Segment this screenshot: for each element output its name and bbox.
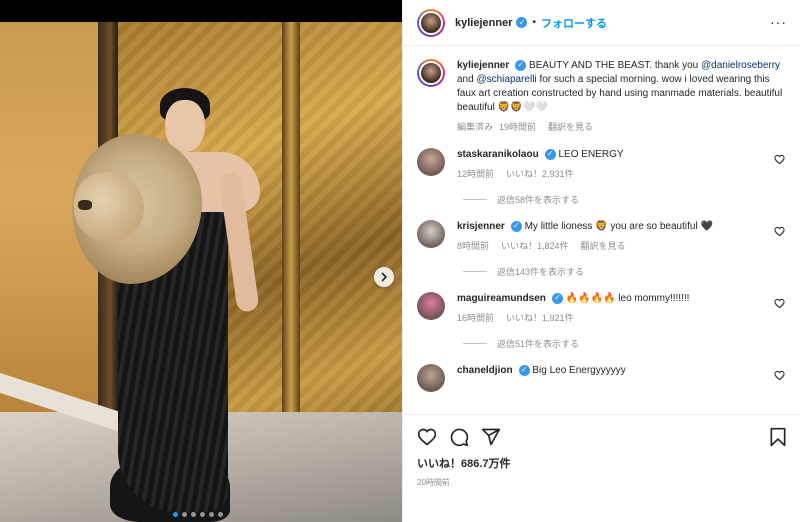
avatar[interactable] xyxy=(417,292,445,320)
avatar[interactable] xyxy=(417,220,445,248)
carousel-dot xyxy=(200,512,205,517)
avatar[interactable] xyxy=(417,8,445,37)
caption-time: 19時間前 xyxy=(499,122,537,132)
replies-divider xyxy=(463,271,487,272)
view-replies-button[interactable]: 返信51件を表示する xyxy=(463,337,787,350)
heart-icon[interactable] xyxy=(774,226,785,237)
verified-icon: ✓ xyxy=(544,148,556,160)
comment-text: 🔥🔥🔥🔥 leo mommy!!!!!!! xyxy=(565,293,690,304)
caption-username[interactable]: kyliejenner xyxy=(457,60,509,71)
post-caption: kyliejenner ✓ BEAUTY AND THE BEAST. thank… xyxy=(417,59,787,134)
caption-text: and xyxy=(457,74,474,85)
view-replies-button[interactable]: 返信58件を表示する xyxy=(463,193,787,206)
comment-text: My little lioness 🦁 you are so beautiful… xyxy=(524,221,713,232)
replies-divider xyxy=(463,199,487,200)
avatar[interactable] xyxy=(417,364,445,392)
more-icon[interactable]: ··· xyxy=(770,14,787,30)
comment-likes[interactable]: いいね！1,824件 xyxy=(501,239,569,253)
comment-text: Big Leo Energyyyyyy xyxy=(532,365,626,376)
comment-meta: 16時間前 いいね！1,921件 xyxy=(457,311,787,325)
caption-meta: 編集済み 19時間前 翻訳を見る xyxy=(457,120,787,134)
comment-body: krisjenner ✓ My little lioness 🦁 you are … xyxy=(457,220,787,253)
photo-lion-nose xyxy=(78,200,92,210)
post-footer: いいね！686.7万件 20時間前 xyxy=(403,414,800,522)
carousel-dot xyxy=(173,512,178,517)
comment-username[interactable]: staskaranikolaou xyxy=(457,149,539,160)
header-separator: • xyxy=(532,17,536,28)
view-replies-label: 返信143件を表示する xyxy=(497,267,585,277)
avatar-image xyxy=(417,292,445,320)
carousel-dot xyxy=(218,512,223,517)
heart-icon[interactable] xyxy=(417,427,437,447)
comment-likes[interactable]: いいね！1,921件 xyxy=(506,311,574,325)
comment-body: chaneldjion ✓ Big Leo Energyyyyyy xyxy=(457,364,787,392)
post-photo[interactable] xyxy=(0,0,402,522)
caption-mention[interactable]: @danielroseberry xyxy=(701,60,780,71)
post-side-panel: kyliejenner ✓ • フォローする ··· kyliejenner ✓ … xyxy=(402,0,800,522)
verified-icon: ✓ xyxy=(516,17,528,28)
comment-icon[interactable] xyxy=(449,427,469,447)
view-replies-button[interactable]: 返信143件を表示する xyxy=(463,265,787,278)
share-icon[interactable] xyxy=(481,427,501,447)
translate-link[interactable]: 翻訳を見る xyxy=(581,239,626,253)
verified-icon: ✓ xyxy=(510,220,522,232)
comment-likes[interactable]: いいね！2,931件 xyxy=(506,167,574,181)
comment-item: staskaranikolaou ✓ LEO ENERGY 12時間前 いいね！2,9… xyxy=(417,148,787,181)
verified-icon: ✓ xyxy=(518,364,530,376)
view-replies-label: 返信58件を表示する xyxy=(497,195,580,205)
comment-time: 12時間前 xyxy=(457,169,495,179)
comment-username[interactable]: krisjenner xyxy=(457,221,505,232)
comment-body: maguireamundsen ✓ 🔥🔥🔥🔥 leo mommy!!!!!!! 16… xyxy=(457,292,787,325)
heart-icon[interactable] xyxy=(774,370,785,381)
caption-text: BEAUTY AND THE BEAST. thank you xyxy=(529,60,699,71)
comment-item: maguireamundsen ✓ 🔥🔥🔥🔥 leo mommy!!!!!!! 16… xyxy=(417,292,787,325)
comment-text: LEO ENERGY xyxy=(558,149,624,160)
caption-body: kyliejenner ✓ BEAUTY AND THE BEAST. thank… xyxy=(457,59,787,134)
post-header: kyliejenner ✓ • フォローする ··· xyxy=(403,0,800,46)
follow-button[interactable]: フォローする xyxy=(541,15,607,31)
avatar[interactable] xyxy=(417,59,445,87)
comment-meta: 8時間前 いいね！1,824件 翻訳を見る xyxy=(457,239,787,253)
comment-container: staskaranikolaou ✓ LEO ENERGY 12時間前 いいね！2,9… xyxy=(417,148,787,392)
carousel-dot xyxy=(191,512,196,517)
heart-icon[interactable] xyxy=(774,154,785,165)
next-image-button[interactable] xyxy=(374,267,394,287)
comment-list[interactable]: kyliejenner ✓ BEAUTY AND THE BEAST. thank… xyxy=(403,47,800,414)
avatar-image xyxy=(419,61,443,85)
header-username[interactable]: kyliejenner xyxy=(455,17,512,29)
comment-body: staskaranikolaou ✓ LEO ENERGY 12時間前 いいね！2,9… xyxy=(457,148,787,181)
comment-item: chaneldjion ✓ Big Leo Energyyyyyy xyxy=(417,364,787,392)
verified-icon: ✓ xyxy=(515,59,527,71)
comment-time: 16時間前 xyxy=(457,313,495,323)
translate-link[interactable]: 翻訳を見る xyxy=(548,120,593,134)
comment-username[interactable]: chaneldjion xyxy=(457,365,513,376)
verified-icon: ✓ xyxy=(551,292,563,304)
avatar[interactable] xyxy=(417,148,445,176)
comment-meta: 12時間前 いいね！2,931件 xyxy=(457,167,787,181)
photo-top-bar xyxy=(0,0,402,22)
avatar-image xyxy=(417,220,445,248)
avatar-image xyxy=(417,364,445,392)
caption-mention[interactable]: @schiaparelli xyxy=(476,74,536,85)
likes-count[interactable]: いいね！686.7万件 xyxy=(403,447,800,471)
edited-label: 編集済み xyxy=(457,122,494,132)
action-bar xyxy=(403,415,800,447)
post-modal: kyliejenner ✓ • フォローする ··· kyliejenner ✓ … xyxy=(0,0,800,522)
carousel-dot xyxy=(209,512,214,517)
heart-icon[interactable] xyxy=(774,298,785,309)
comment-time: 8時間前 xyxy=(457,241,490,251)
avatar-image xyxy=(417,148,445,176)
carousel-dot xyxy=(182,512,187,517)
replies-divider xyxy=(463,343,487,344)
posted-time: 20時間前 xyxy=(417,478,450,487)
avatar-image xyxy=(419,10,443,35)
carousel-indicator xyxy=(173,512,223,517)
comment-username[interactable]: maguireamundsen xyxy=(457,293,546,304)
photo-scene xyxy=(0,22,402,522)
chevron-right-icon xyxy=(381,272,387,282)
comment-item: krisjenner ✓ My little lioness 🦁 you are … xyxy=(417,220,787,253)
view-replies-label: 返信51件を表示する xyxy=(497,339,580,349)
bookmark-icon[interactable] xyxy=(769,427,787,447)
